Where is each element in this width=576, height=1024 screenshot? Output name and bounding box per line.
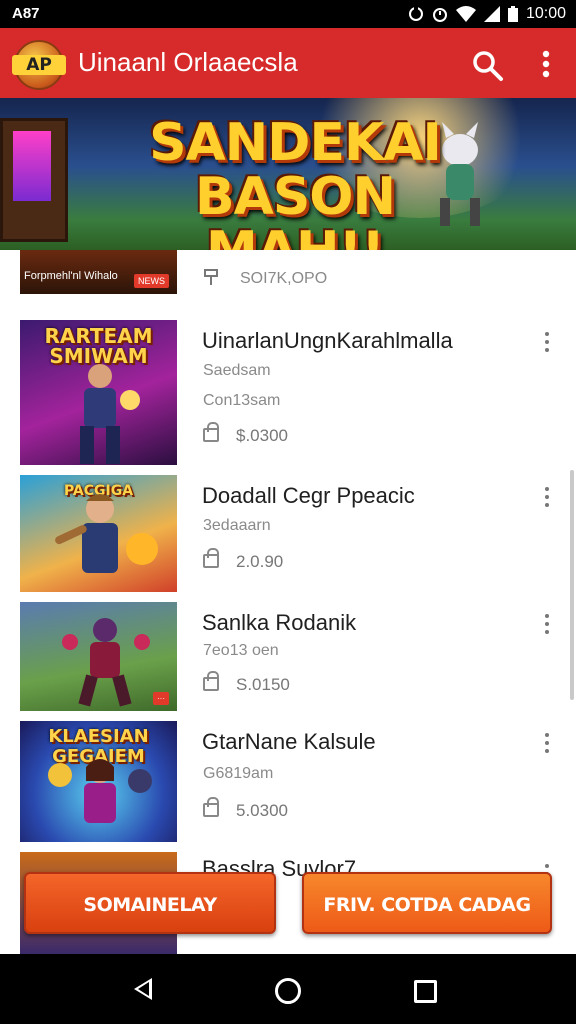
signal-icon — [483, 6, 500, 22]
more-vert-icon[interactable] — [538, 485, 556, 509]
scrollbar[interactable] — [570, 470, 574, 700]
banner-arcade-machine — [0, 118, 68, 242]
row-meta: SOI7K,OPO — [240, 270, 328, 287]
game-thumbnail: PACGIGA — [20, 475, 177, 592]
game-title: UinarlanUngnKarahlmalla — [202, 328, 453, 353]
list-item[interactable]: KLAESIAN GEGAIEM GtarNane Kalsule G6819a… — [0, 711, 576, 843]
wifi-icon — [455, 6, 476, 22]
thumb-caption: Forpmehl'nl Wihalo — [24, 270, 118, 282]
status-bar: A87 10:00 — [0, 0, 576, 28]
home-icon[interactable] — [275, 978, 301, 1004]
banner-title: SANDEKAI BASON MAH!! — [130, 116, 460, 250]
game-thumbnail: RARTEAM SMIWAM — [20, 320, 177, 465]
game-thumbnail: ··· — [20, 602, 177, 711]
thumb-badge: ··· — [153, 692, 169, 705]
game-thumbnail: KLAESIAN GEGAIEM — [20, 721, 177, 842]
sync-icon — [408, 7, 423, 21]
hero-figure-image — [80, 364, 140, 464]
banner-title-line1: SANDEKAI — [149, 113, 442, 173]
game-title: Doadall Cegr Ppeacic — [202, 483, 415, 508]
game-thumbnail: Forpmehl'nl Wihalo NEWS — [20, 250, 177, 294]
game-meta-1: G6819am — [203, 765, 274, 782]
game-meta-1: 7eo13 oen — [203, 642, 279, 659]
game-title: GtarNane Kalsule — [202, 729, 376, 754]
game-price: 5.0300 — [236, 801, 288, 820]
battery-icon — [507, 6, 518, 22]
game-meta-1: Saedsam — [203, 362, 271, 379]
game-price: $.0300 — [236, 426, 288, 445]
banner-title-line2: BASON MAH!! — [194, 167, 396, 250]
status-time: 10:00 — [525, 5, 566, 22]
system-nav-bar — [0, 954, 576, 1024]
game-price: S.0150 — [236, 675, 290, 694]
hero-figure-image — [48, 759, 152, 823]
hero-figure-image — [55, 494, 158, 573]
lock-icon — [203, 548, 219, 568]
game-meta-2: Con13sam — [203, 392, 281, 409]
game-title: Sanlka Rodanik — [202, 610, 357, 635]
more-vert-icon[interactable] — [538, 731, 556, 755]
more-vert-icon[interactable] — [532, 46, 560, 82]
lock-icon — [203, 671, 219, 691]
game-meta-1: 3edaaarn — [203, 517, 271, 534]
secondary-action-button[interactable]: FRIV. COTDA CADAG — [302, 872, 552, 934]
list-item[interactable]: PACGIGA Doadall Cegr Ppeacic 3edaaarn 2.… — [0, 465, 576, 593]
game-price: 2.0.90 — [236, 552, 284, 571]
more-vert-icon[interactable] — [538, 330, 556, 354]
status-left-text: A87 — [12, 5, 40, 22]
primary-action-button[interactable]: SOMAINELAY — [24, 872, 276, 934]
lock-icon — [203, 422, 219, 442]
lock-icon — [203, 797, 219, 817]
more-vert-icon[interactable] — [538, 612, 556, 636]
thumb-badge: NEWS — [134, 274, 169, 288]
list-item[interactable]: RARTEAM SMIWAM UinarlanUngnKarahlmalla S… — [0, 310, 576, 466]
alarm-icon — [432, 8, 447, 22]
app-title: Uinaanl Orlaaecsla — [78, 47, 298, 77]
promo-banner[interactable]: SANDEKAI BASON MAH!! ✕ — [0, 98, 576, 250]
app-logo[interactable]: AP — [12, 40, 66, 90]
hero-figure-image — [62, 618, 150, 707]
search-icon[interactable] — [470, 48, 504, 82]
list-item-partial[interactable]: Forpmehl'nl Wihalo NEWS SOI7K,OPO — [0, 250, 576, 311]
list-item[interactable]: ··· Sanlka Rodanik 7eo13 oen S.0150 — [0, 592, 576, 712]
app-logo-text: AP — [12, 55, 66, 75]
recents-icon[interactable] — [414, 980, 437, 1003]
back-icon[interactable] — [134, 978, 152, 1000]
pin-icon — [204, 269, 218, 285]
app-bar: AP Uinaanl Orlaaecsla — [0, 28, 576, 98]
